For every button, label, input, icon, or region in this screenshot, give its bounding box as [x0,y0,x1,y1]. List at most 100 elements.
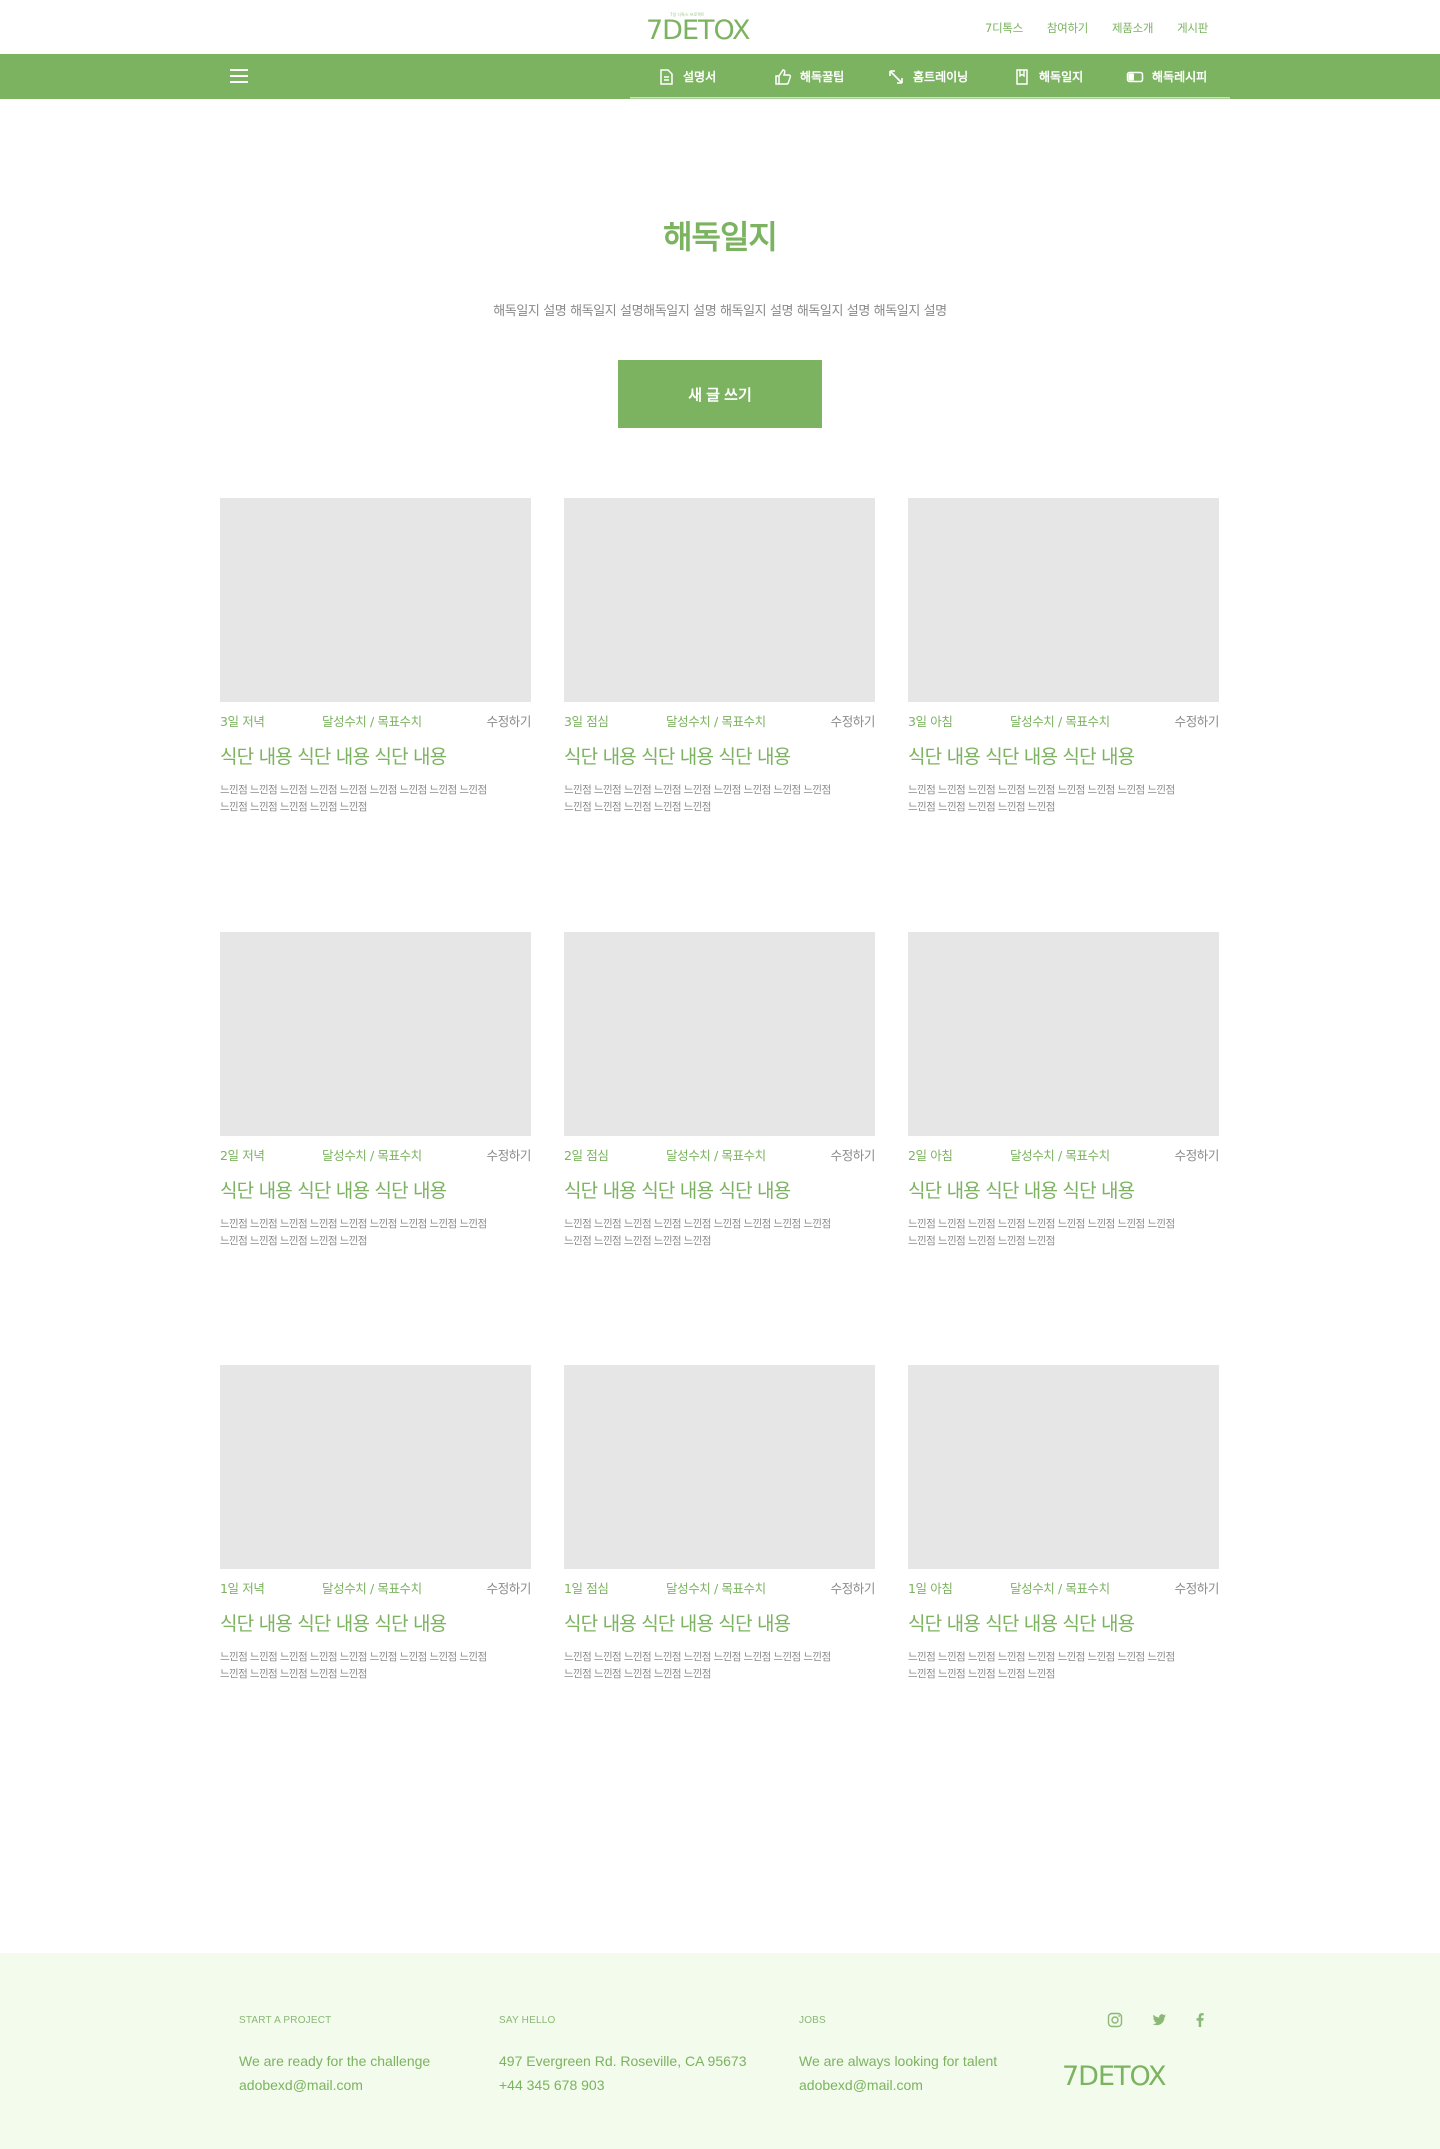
top-link-join[interactable]: 참여하기 [1047,20,1088,36]
card-edit-link[interactable]: 수정하기 [487,711,532,730]
card-meal-time: 2일 아침 [908,1148,953,1163]
footer-heading: JOBS [799,2015,826,2026]
card-body-line: 느낀점 느낀점 느낀점 느낀점 느낀점 느낀점 느낀점 느낀점 느낀점 [220,784,487,796]
nav-item-label: 해독일지 [1039,70,1084,84]
nav-item-detox-journal[interactable]: 해독일지 [1013,54,1083,99]
nav-item-label: 설명서 [683,70,717,84]
card-title[interactable]: 식단 내용 식단 내용 식단 내용 [564,1176,875,1203]
card-body: 느낀점 느낀점 느낀점 느낀점 느낀점 느낀점 느낀점 느낀점 느낀점 느낀점 느… [564,1649,875,1683]
journal-card[interactable]: 2일 저녁 달성수치 / 목표수치 수정하기 식단 내용 식단 내용 식단 내용 느낀점… [220,932,531,1262]
page-description: 해독일지 설명 해독일지 설명해독일지 설명 해독일지 설명 해독일지 설명 해… [493,304,947,319]
nav-item-detox-recipe[interactable]: 해독레시피 [1126,54,1207,99]
card-body: 느낀점 느낀점 느낀점 느낀점 느낀점 느낀점 느낀점 느낀점 느낀점 느낀점 느… [908,1216,1219,1250]
facebook-icon[interactable] [1191,2011,1209,2029]
journal-card[interactable]: 3일 점심 달성수치 / 목표수치 수정하기 식단 내용 식단 내용 식단 내용 느낀점… [564,498,875,828]
journal-card[interactable]: 1일 아침 달성수치 / 목표수치 수정하기 식단 내용 식단 내용 식단 내용 느낀점… [908,1365,1219,1695]
card-meta: 2일 저녁 달성수치 / 목표수치 수정하기 [220,1145,531,1163]
footer-text: We are always looking for talent [799,2053,998,2069]
card-edit-link[interactable]: 수정하기 [831,711,876,730]
footer-start-project: START A PROJECT We are ready for the cha… [239,2015,430,2097]
card-body: 느낀점 느낀점 느낀점 느낀점 느낀점 느낀점 느낀점 느낀점 느낀점 느낀점 느… [220,782,531,816]
card-image-placeholder[interactable] [564,498,875,702]
card-score: 달성수치 / 목표수치 [666,1581,766,1596]
card-body-line: 느낀점 느낀점 느낀점 느낀점 느낀점 느낀점 느낀점 느낀점 느낀점 [220,1651,487,1663]
top-link-products[interactable]: 제품소개 [1112,20,1153,36]
card-body: 느낀점 느낀점 느낀점 느낀점 느낀점 느낀점 느낀점 느낀점 느낀점 느낀점 느… [564,782,875,816]
card-body-line: 느낀점 느낀점 느낀점 느낀점 느낀점 느낀점 느낀점 느낀점 느낀점 [908,1218,1175,1230]
card-title[interactable]: 식단 내용 식단 내용 식단 내용 [908,742,1219,769]
card-title[interactable]: 식단 내용 식단 내용 식단 내용 [564,1609,875,1636]
twitter-icon[interactable] [1150,2011,1168,2029]
card-body-line: 느낀점 느낀점 느낀점 느낀점 느낀점 [564,801,711,813]
card-edit-link[interactable]: 수정하기 [1175,1578,1220,1597]
brand-logo[interactable]: 7일 디톡스 프로젝트 7DETOX [646,10,792,42]
instagram-icon[interactable] [1106,2011,1124,2029]
footer-email-link[interactable]: adobexd@mail.com [799,2073,997,2097]
card-body-line: 느낀점 느낀점 느낀점 느낀점 느낀점 느낀점 느낀점 느낀점 느낀점 [908,784,1175,796]
journal-card[interactable]: 2일 아침 달성수치 / 목표수치 수정하기식단 내용 식단 내용 식단 내용느낀점… [908,932,1219,1262]
card-meal-time: 2일 점심 [564,1148,609,1163]
card-title[interactable]: 식단 내용 식단 내용 식단 내용 [220,1176,531,1203]
card-body-line: 느낀점 느낀점 느낀점 느낀점 느낀점 느낀점 느낀점 느낀점 느낀점 [564,1218,831,1230]
journal-card[interactable]: 2일 점심 달성수치 / 목표수치 수정하기식단 내용 식단 내용 식단 내용느낀점… [564,932,875,1262]
nav-item-label: 해독레시피 [1152,70,1208,84]
card-title[interactable]: 식단 내용 식단 내용 식단 내용 [220,1609,531,1636]
nav-item-home-training[interactable]: 홈트레이닝 [887,54,968,99]
journal-card[interactable]: 3일 아침 달성수치 / 목표수치 수정하기 식단 내용 식단 내용 식단 내용 느낀점… [908,498,1219,828]
card-edit-link[interactable]: 수정하기 [831,1578,876,1597]
footer-logo[interactable]: 7DETOX [1062,2057,1206,2089]
footer-heading: SAY HELLO [499,2015,556,2026]
journal-card[interactable]: 1일 저녁 달성수치 / 목표수치 수정하기식단 내용 식단 내용 식단 내용느낀점… [220,1365,531,1695]
card-title[interactable]: 식단 내용 식단 내용 식단 내용 [908,1609,1219,1636]
journal-card[interactable]: 3일 저녁 달성수치 / 목표수치 수정하기 식단 내용 식단 내용 식단 내용 느낀점… [220,498,531,828]
card-edit-link[interactable]: 수정하기 [831,1145,876,1164]
page-title: 해독일지 [663,218,778,256]
new-post-button[interactable]: 새 글 쓰기 [618,360,822,428]
card-image-placeholder[interactable] [220,932,531,1136]
card-meta: 2일 아침 달성수치 / 목표수치 수정하기 [908,1145,1219,1163]
top-link-board[interactable]: 게시판 [1177,20,1208,36]
card-body-line: 느낀점 느낀점 느낀점 느낀점 느낀점 느낀점 느낀점 느낀점 느낀점 [220,1218,487,1230]
top-link-7detox[interactable]: 7디톡스 [985,20,1023,36]
card-body-line: 느낀점 느낀점 느낀점 느낀점 느낀점 [220,1668,367,1680]
expand-icon [889,69,903,84]
card-image-placeholder[interactable] [564,932,875,1136]
card-edit-link[interactable]: 수정하기 [1175,711,1220,730]
card-meal-time: 1일 저녁 [220,1581,265,1596]
hamburger-menu-icon[interactable] [230,69,248,83]
card-score: 달성수치 / 목표수치 [322,1581,422,1596]
card-image-placeholder[interactable] [908,932,1219,1136]
card-image-placeholder[interactable] [564,1365,875,1569]
card-image-placeholder[interactable] [220,498,531,702]
card-edit-link[interactable]: 수정하기 [487,1145,532,1164]
toggle-icon [1126,71,1144,82]
journal-card[interactable]: 1일 점심 달성수치 / 목표수치 수정하기 식단 내용 식단 내용 식단 내용 느낀점… [564,1365,875,1695]
card-meta: 3일 저녁 달성수치 / 목표수치 수정하기 [220,711,531,729]
card-body: 느낀점 느낀점 느낀점 느낀점 느낀점 느낀점 느낀점 느낀점 느낀점느낀점 느… [908,782,1219,816]
card-body-line: 느낀점 느낀점 느낀점 느낀점 느낀점 [564,1235,711,1247]
card-edit-link[interactable]: 수정하기 [487,1578,532,1597]
card-score: 달성수치 / 목표수치 [322,1148,422,1163]
nav-item-detox-tips[interactable]: 해독꿀팁 [774,54,844,99]
card-score: 달성수치 / 목표수치 [666,1148,766,1163]
card-image-placeholder[interactable] [220,1365,531,1569]
footer-jobs: JOBS We are always looking for talent ad… [799,2015,997,2097]
nav-item-manual[interactable]: 설명서 [657,54,716,99]
card-title[interactable]: 식단 내용 식단 내용 식단 내용 [220,742,531,769]
card-body: 느낀점 느낀점 느낀점 느낀점 느낀점 느낀점 느낀점 느낀점 느낀점느낀점 느… [220,1649,531,1683]
footer-email-link[interactable]: adobexd@mail.com [239,2073,430,2097]
footer-say-hello: SAY HELLO 497 Evergreen Rd. Roseville, C… [499,2015,746,2097]
nav-item-label: 해독꿀팁 [800,70,845,84]
card-image-placeholder[interactable] [908,498,1219,702]
card-title[interactable]: 식단 내용 식단 내용 식단 내용 [908,1176,1219,1203]
card-image-placeholder[interactable] [908,1365,1219,1569]
card-score: 달성수치 / 목표수치 [322,714,422,729]
card-meta: 1일 아침 달성수치 / 목표수치 수정하기 [908,1578,1219,1596]
card-edit-link[interactable]: 수정하기 [1175,1145,1220,1164]
card-title[interactable]: 식단 내용 식단 내용 식단 내용 [564,742,875,769]
footer-heading: START A PROJECT [239,2015,332,2026]
card-meal-time: 3일 아침 [908,714,953,729]
card-body-line: 느낀점 느낀점 느낀점 느낀점 느낀점 [908,801,1055,813]
bookmark-icon [1016,68,1028,85]
footer-phone[interactable]: +44 345 678 903 [499,2073,746,2097]
